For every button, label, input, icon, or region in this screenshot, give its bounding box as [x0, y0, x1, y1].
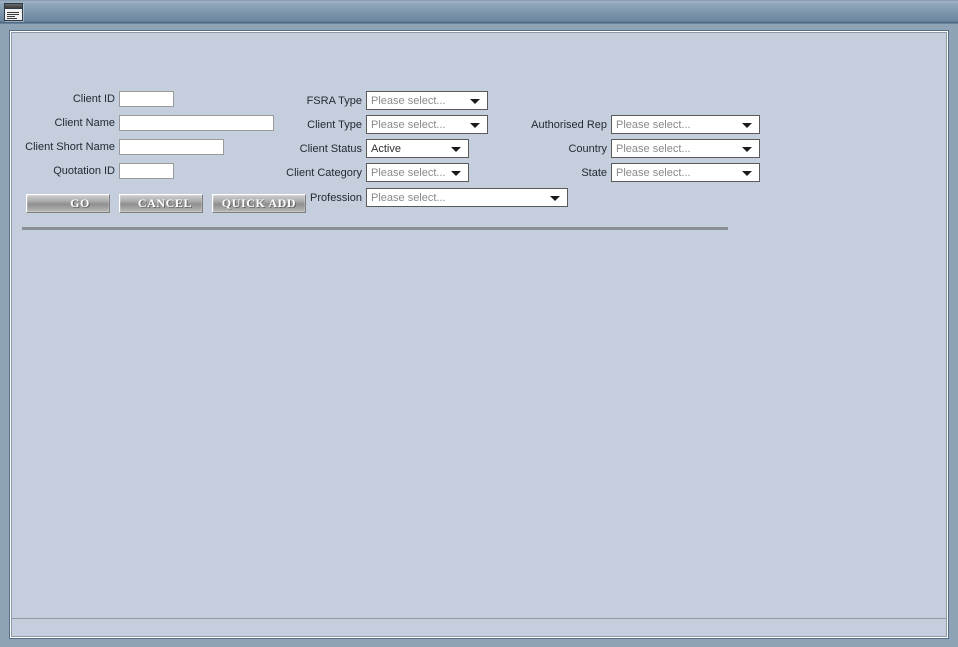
select-state[interactable]: Please select...: [611, 163, 760, 182]
label-state: State: [581, 166, 607, 179]
select-client-type-value: Please select...: [371, 118, 446, 131]
field-row-state: State Please select...: [482, 163, 760, 182]
field-row-client-id: Client ID: [20, 91, 174, 107]
field-row-quotation-id: Quotation ID: [20, 163, 174, 179]
cancel-button[interactable]: CANCEL: [119, 194, 203, 213]
select-country-value: Please select...: [616, 142, 691, 155]
icon-text-line: [7, 16, 15, 17]
chevron-down-icon: [742, 170, 752, 176]
title-bar: [0, 0, 958, 24]
label-client-category: Client Category: [286, 166, 362, 179]
input-client-short-name[interactable]: [119, 139, 224, 155]
label-client-type: Client Type: [307, 118, 362, 131]
select-client-status[interactable]: Active: [366, 139, 469, 158]
select-fsra-type-value: Please select...: [371, 94, 446, 107]
icon-titlebar-strip: [5, 4, 22, 9]
input-quotation-id[interactable]: [119, 163, 174, 179]
field-row-client-short-name: Client Short Name: [20, 139, 224, 155]
select-client-category-value: Please select...: [371, 166, 446, 179]
field-row-client-category: Client Category Please select...: [242, 163, 469, 182]
select-state-value: Please select...: [616, 166, 691, 179]
chevron-down-icon: [451, 146, 461, 152]
select-authorised-rep-value: Please select...: [616, 118, 691, 131]
quick-add-button-label: QUICK ADD: [221, 196, 297, 210]
field-row-country: Country Please select...: [482, 139, 760, 158]
select-client-type[interactable]: Please select...: [366, 115, 488, 134]
label-authorised-rep: Authorised Rep: [531, 118, 607, 131]
content-inner: Client ID Client Name Client Short Name …: [11, 32, 947, 637]
label-fsra-type: FSRA Type: [306, 94, 362, 107]
client-search-form: Client ID Client Name Client Short Name …: [12, 33, 946, 213]
field-row-authorised-rep: Authorised Rep Please select...: [482, 115, 760, 134]
section-divider: [22, 227, 728, 230]
label-quotation-id: Quotation ID: [53, 165, 115, 177]
chevron-down-icon: [451, 170, 461, 176]
label-country: Country: [568, 142, 607, 155]
select-profession[interactable]: Please select...: [366, 188, 568, 207]
label-client-name: Client Name: [54, 117, 115, 129]
select-country[interactable]: Please select...: [611, 139, 760, 158]
field-row-client-type: Client Type Please select...: [242, 115, 488, 134]
label-client-id: Client ID: [72, 93, 115, 105]
icon-text-line: [7, 18, 17, 19]
application-window-icon[interactable]: [4, 3, 23, 21]
cancel-button-label: CANCEL: [137, 196, 193, 210]
select-client-category[interactable]: Please select...: [366, 163, 469, 182]
select-client-status-value: Active: [371, 142, 401, 155]
go-button-label: GO: [70, 196, 90, 210]
label-client-short-name: Client Short Name: [25, 141, 115, 153]
icon-text-line: [7, 12, 19, 13]
chevron-down-icon: [470, 122, 480, 128]
go-button[interactable]: GO: [26, 194, 110, 213]
field-row-client-name: Client Name: [20, 115, 274, 131]
content-panel: Client ID Client Name Client Short Name …: [9, 30, 949, 639]
quick-add-button[interactable]: QUICK ADD: [212, 194, 306, 213]
field-row-client-status: Client Status Active: [242, 139, 469, 158]
label-client-status: Client Status: [299, 142, 362, 155]
status-strip: [12, 618, 946, 636]
input-client-id[interactable]: [119, 91, 174, 107]
select-fsra-type[interactable]: Please select...: [366, 91, 488, 110]
chevron-down-icon: [742, 122, 752, 128]
field-row-fsra-type: FSRA Type Please select...: [242, 91, 488, 110]
chevron-down-icon: [470, 98, 480, 104]
icon-text-line: [7, 14, 19, 15]
select-profession-value: Please select...: [371, 191, 446, 204]
chevron-down-icon: [742, 146, 752, 152]
select-authorised-rep[interactable]: Please select...: [611, 115, 760, 134]
chevron-down-icon: [550, 195, 560, 201]
application-window: Client ID Client Name Client Short Name …: [0, 0, 958, 647]
